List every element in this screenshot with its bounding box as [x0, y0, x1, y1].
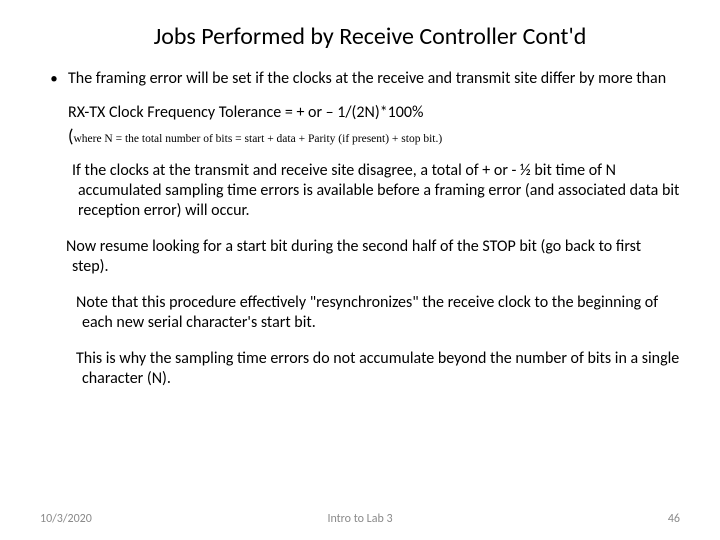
- subnote-text: where N = the total number of bits = sta…: [73, 133, 442, 145]
- paragraph-4: This is why the sampling time errors do …: [64, 349, 680, 389]
- formula-block: RX-TX Clock Frequency Tolerance = + or –…: [68, 103, 680, 123]
- footer-center: Intro to Lab 3: [327, 512, 392, 526]
- subnote-row: (where N = the total number of bits = st…: [68, 125, 680, 147]
- formula-text: RX-TX Clock Frequency Tolerance = + or –…: [68, 103, 680, 123]
- bullet-dot: •: [40, 69, 68, 89]
- footer-page-number: 46: [668, 512, 680, 526]
- paragraph-2: Now resume looking for a start bit durin…: [54, 237, 680, 277]
- slide-title: Jobs Performed by Receive Controller Con…: [60, 22, 680, 51]
- slide: Jobs Performed by Receive Controller Con…: [0, 0, 720, 540]
- bullet-item: • The framing error will be set if the c…: [40, 69, 680, 89]
- bullet-text: The framing error will be set if the clo…: [68, 69, 680, 89]
- footer-date: 10/3/2020: [40, 512, 92, 526]
- paragraph-1: If the clocks at the transmit and receiv…: [60, 161, 680, 221]
- paragraph-3: Note that this procedure effectively "re…: [64, 293, 680, 333]
- slide-footer: 10/3/2020 Intro to Lab 3 46: [0, 512, 720, 526]
